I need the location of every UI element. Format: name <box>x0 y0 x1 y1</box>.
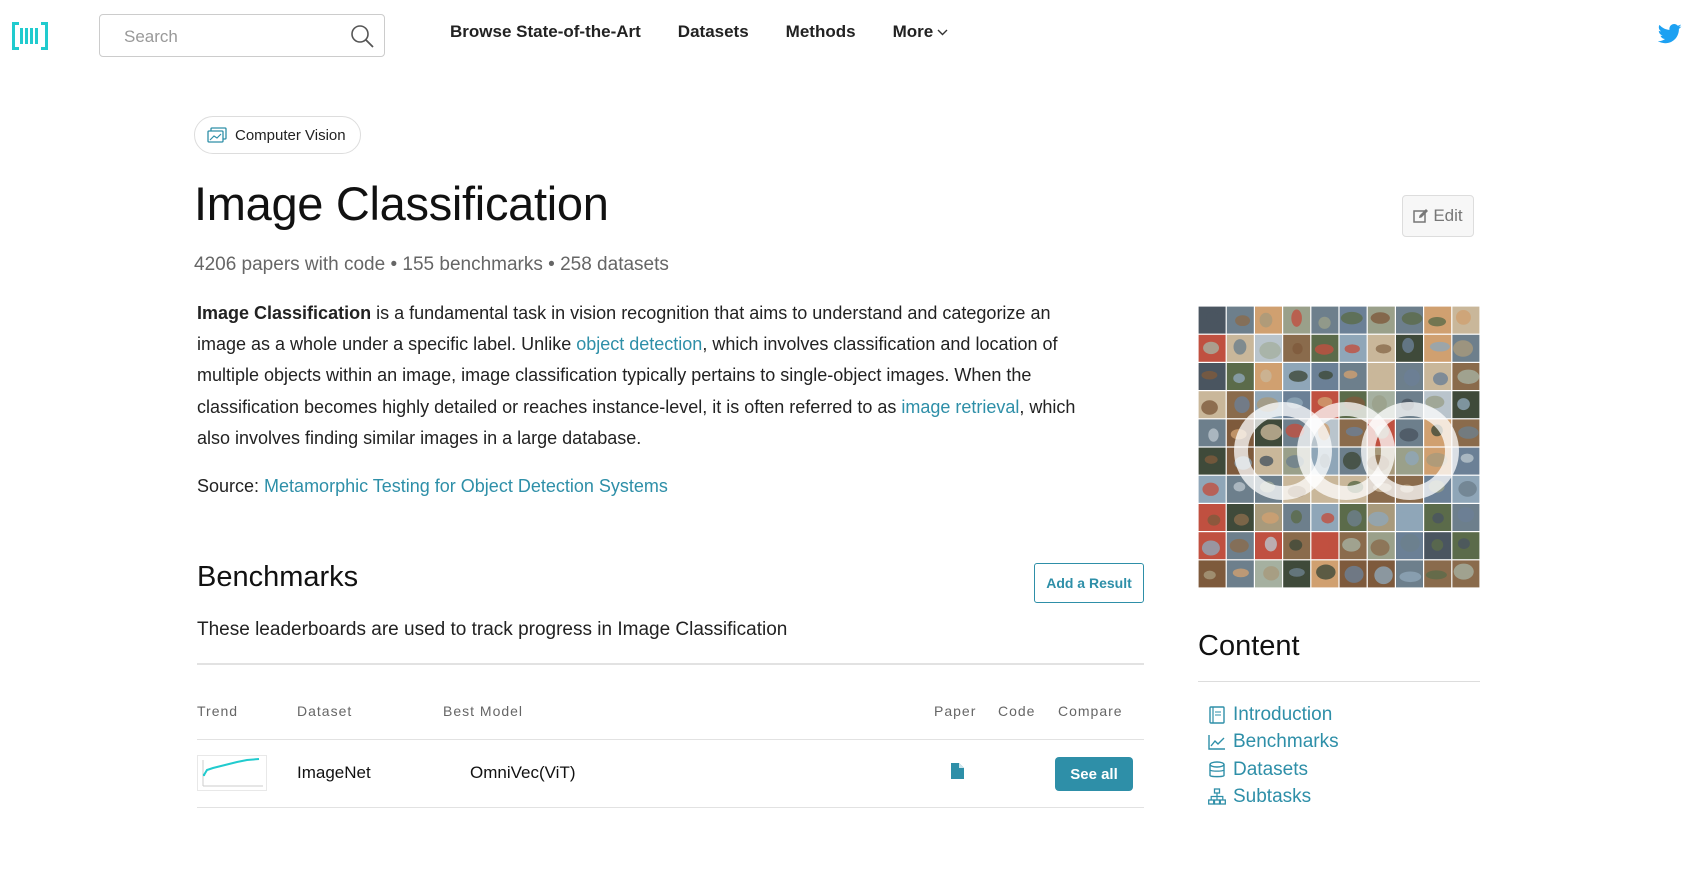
toc-label: Benchmarks <box>1233 731 1339 753</box>
nav-datasets[interactable]: Datasets <box>678 22 749 42</box>
description-term: Image Classification <box>197 303 372 323</box>
search-input[interactable] <box>122 25 346 49</box>
search-box[interactable] <box>99 14 385 57</box>
area-breadcrumb-computer-vision[interactable]: Computer Vision <box>194 116 361 154</box>
toc-label: Subtasks <box>1233 786 1312 808</box>
edit-label: Edit <box>1433 206 1463 225</box>
nav-more-label: More <box>892 22 934 41</box>
task-thumbnail-image <box>1198 306 1480 588</box>
chevron-down-icon <box>937 29 948 36</box>
divider <box>197 739 1144 740</box>
divider <box>197 807 1144 808</box>
toc-label: Datasets <box>1233 758 1308 780</box>
row-best-model[interactable]: OmniVec(ViT) <box>470 763 576 783</box>
line-chart-icon <box>1208 735 1225 750</box>
object-detection-link[interactable]: object detection <box>576 334 702 354</box>
see-all-button[interactable]: See all <box>1055 757 1133 791</box>
sitemap-icon <box>1208 788 1226 805</box>
col-trend: Trend <box>197 703 239 719</box>
edit-button[interactable]: Edit <box>1402 195 1474 237</box>
toc-label: Introduction <box>1233 703 1333 725</box>
task-stats: 4206 papers with code • 155 benchmarks •… <box>194 254 669 275</box>
search-icon[interactable] <box>350 24 374 48</box>
edit-icon <box>1413 209 1429 223</box>
source-label: Source: <box>197 476 265 496</box>
divider <box>197 663 1144 665</box>
paper-icon[interactable] <box>951 763 964 779</box>
nav-methods[interactable]: Methods <box>786 22 856 42</box>
task-description: Image Classification is a fundamental ta… <box>197 298 1092 454</box>
database-icon <box>1209 761 1225 778</box>
book-icon <box>1209 706 1225 724</box>
col-paper: Paper <box>934 703 977 719</box>
col-dataset: Dataset <box>297 703 353 719</box>
add-result-button[interactable]: Add a Result <box>1034 563 1144 603</box>
source-line: Source: Metamorphic Testing for Object D… <box>197 476 668 497</box>
nav-more[interactable]: More <box>893 22 949 42</box>
papers-with-code-logo[interactable] <box>12 20 48 52</box>
nav-browse-sota[interactable]: Browse State-of-the-Art <box>450 22 641 42</box>
top-nav: Browse State-of-the-Art Datasets Methods… <box>450 22 985 42</box>
image-gallery-icon <box>207 127 227 143</box>
trend-sparkline[interactable] <box>197 755 267 791</box>
toc-datasets[interactable]: Datasets <box>1208 756 1339 784</box>
source-link[interactable]: Metamorphic Testing for Object Detection… <box>264 476 668 496</box>
content-heading: Content <box>1198 630 1300 662</box>
page-title: Image Classification <box>194 177 609 230</box>
row-dataset[interactable]: ImageNet <box>297 763 371 783</box>
divider <box>1198 681 1480 682</box>
col-code: Code <box>998 703 1036 719</box>
table-of-contents: Introduction Benchmarks Datasets Subtask… <box>1208 701 1339 811</box>
col-compare: Compare <box>1058 703 1123 719</box>
benchmarks-heading: Benchmarks <box>197 561 359 593</box>
toc-introduction[interactable]: Introduction <box>1208 701 1339 729</box>
twitter-icon[interactable] <box>1658 24 1682 44</box>
benchmarks-subtitle: These leaderboards are used to track pro… <box>197 619 788 640</box>
toc-subtasks[interactable]: Subtasks <box>1208 784 1339 812</box>
col-best-model: Best Model <box>443 703 524 719</box>
area-label: Computer Vision <box>235 126 346 144</box>
toc-benchmarks[interactable]: Benchmarks <box>1208 729 1339 757</box>
image-retrieval-link[interactable]: image retrieval <box>901 397 1019 417</box>
